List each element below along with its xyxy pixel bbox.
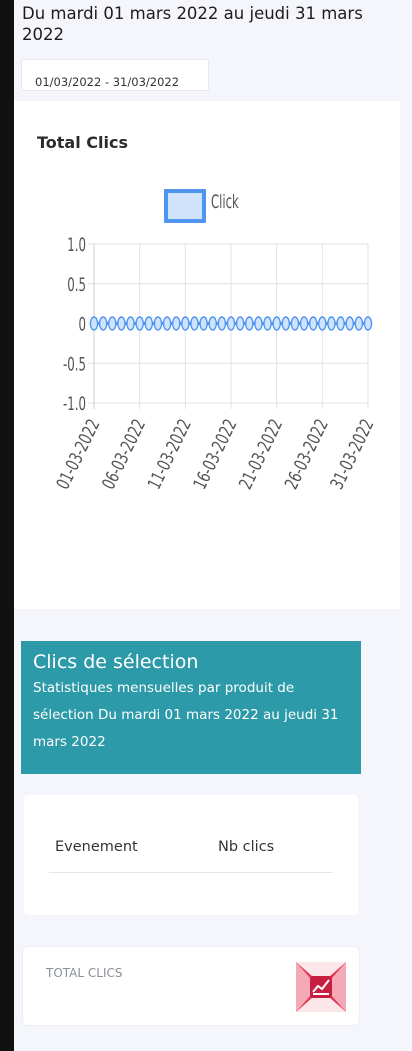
data-point-click	[308, 316, 318, 331]
chart-icon	[296, 962, 346, 1012]
data-point-click	[171, 316, 181, 331]
column-header-event: Evenement	[55, 839, 138, 855]
data-point-click	[199, 316, 208, 331]
data-point-click	[263, 316, 272, 331]
data-point-click	[272, 316, 281, 331]
x-tick-label: 01-03-2022	[52, 415, 105, 492]
data-point-click	[98, 316, 108, 331]
data-point-click	[181, 316, 190, 331]
data-point-click	[135, 316, 144, 331]
x-tick-label: 21-03-2022	[234, 415, 287, 492]
data-point-click	[244, 316, 254, 331]
data-point-click	[117, 316, 126, 331]
column-header-clicks: Nb clics	[218, 839, 275, 855]
data-point-click	[318, 316, 327, 331]
table-divider	[49, 872, 333, 873]
data-point-click	[345, 316, 355, 331]
total-clicks-stat-card: TOTAL CLICS	[22, 946, 360, 1026]
data-point-click	[208, 316, 218, 331]
left-edge-strip	[0, 0, 14, 1051]
y-tick-label: 1.0	[67, 233, 86, 256]
data-point-click	[217, 316, 227, 331]
date-range-input[interactable]: 01/03/2022 - 31/03/2022	[21, 59, 209, 91]
banner-description: Statistiques mensuelles par produit de s…	[33, 680, 339, 750]
data-point-click	[254, 316, 263, 331]
data-point-click	[235, 316, 245, 331]
data-point-click	[153, 316, 163, 331]
data-point-click	[190, 316, 199, 331]
page-subtitle: Du mardi 01 mars 2022 au jeudi 31 mars 2…	[22, 4, 363, 44]
x-tick-label: 16-03-2022	[189, 415, 242, 492]
data-point-click	[327, 316, 336, 331]
banner-title: Clics de sélection	[33, 651, 199, 673]
data-point-click	[126, 316, 135, 331]
total-clicks-chart-card: Total Clics Click 1.0 0.5 0 -0.5 -1.0 01-03-2…	[14, 101, 400, 609]
events-table-card: Evenement Nb clics	[24, 795, 358, 915]
x-tick-label: 26-03-2022	[280, 415, 333, 492]
data-point-click	[144, 316, 154, 331]
y-tick-label: 0	[79, 312, 86, 335]
y-tick-label: 0.5	[67, 273, 86, 296]
data-point-click	[226, 316, 236, 331]
x-tick-label: 31-03-2022	[326, 415, 379, 492]
y-tick-label: -0.5	[63, 352, 86, 375]
data-point-click	[363, 316, 373, 331]
x-tick-label: 11-03-2022	[143, 415, 196, 492]
x-tick-label: 06-03-2022	[97, 415, 150, 492]
data-point-click	[336, 316, 345, 331]
data-point-click	[162, 316, 172, 331]
data-point-click	[281, 316, 291, 331]
data-point-click	[299, 316, 309, 331]
selection-clicks-banner: Clics de sélection Statistiques mensuell…	[21, 641, 361, 774]
data-point-click	[290, 316, 300, 331]
stat-label: TOTAL CLICS	[46, 966, 123, 980]
data-point-click	[354, 316, 364, 331]
line-chart: 1.0 0.5 0 -0.5 -1.001-03-202206-03-202211-03…	[52, 233, 379, 493]
data-point-click	[107, 316, 117, 331]
y-tick-label: -1.0	[63, 392, 86, 415]
data-point-click	[89, 316, 99, 331]
